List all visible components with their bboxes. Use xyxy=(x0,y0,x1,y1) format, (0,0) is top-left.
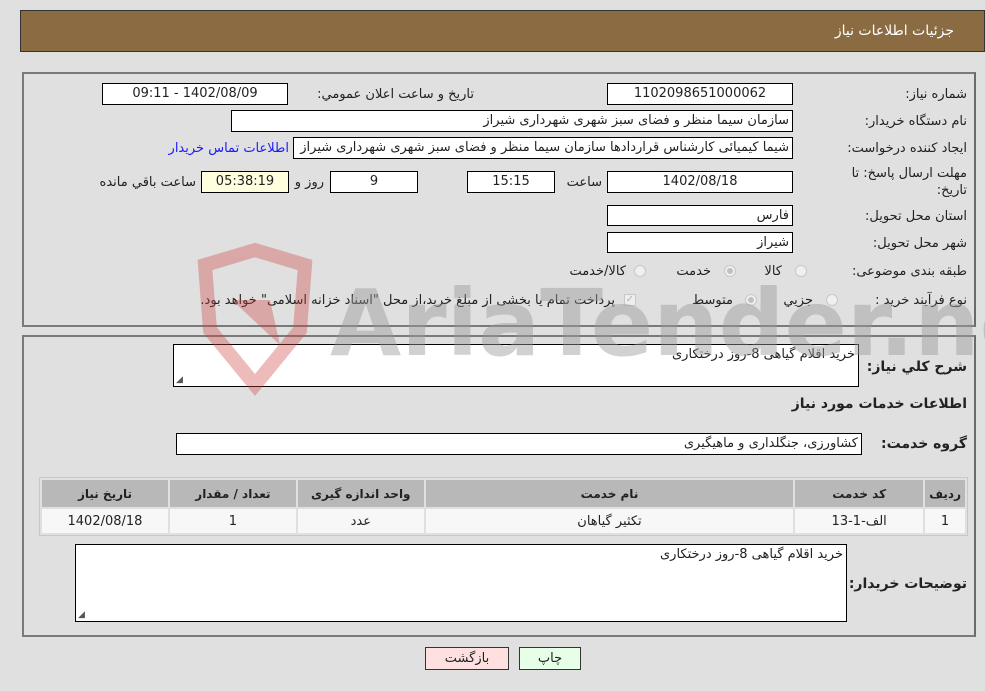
back-button[interactable]: بازگشت xyxy=(425,647,509,670)
services-heading: اطلاعات خدمات مورد نياز xyxy=(791,396,967,412)
services-table: رديف كد خدمت نام خدمت واحد اندازه گيری ت… xyxy=(39,477,968,536)
service-group-field[interactable]: کشاورزی، جنگلداری و ماهیگیری xyxy=(176,433,862,455)
deadline-time-field[interactable]: 15:15 xyxy=(467,171,555,193)
announce-datetime-label: تاریخ و ساعت اعلان عمومي: xyxy=(317,87,474,102)
purchase-option-minor: جزيي xyxy=(783,293,813,308)
deadline-time-label: ساعت xyxy=(566,175,602,190)
cell-unit: عدد xyxy=(297,509,424,533)
treasury-checkbox-label: پرداخت تمام یا بخشی از مبلغ خرید،از محل … xyxy=(200,293,615,308)
col-service-name: نام خدمت xyxy=(425,480,794,507)
general-desc-label: شرح كلي نياز: xyxy=(866,359,967,375)
buyer-contact-link[interactable]: اطلاعات تماس خريدار xyxy=(169,141,289,156)
service-group-label: گروه خدمت: xyxy=(881,436,967,452)
treasury-checkbox[interactable]: ✓ xyxy=(624,294,636,306)
requester-field[interactable]: شیما کیمیائی کارشناس قراردادها سازمان سی… xyxy=(293,137,793,159)
purchase-radio-minor[interactable] xyxy=(826,294,838,306)
category-radio-goods[interactable] xyxy=(795,265,807,277)
category-label: طبقه بندی موضوعی: xyxy=(851,264,967,279)
buyer-org-label: نام دستگاه خريدار: xyxy=(864,114,967,129)
category-option-service: خدمت xyxy=(676,264,711,279)
print-button[interactable]: چاپ xyxy=(519,647,581,670)
category-option-goods: كالا xyxy=(764,264,782,279)
col-need-date: تاريخ نياز xyxy=(42,480,168,507)
province-label: استان محل تحويل: xyxy=(865,209,967,224)
city-field[interactable]: شیراز xyxy=(607,232,793,253)
buyer-org-field[interactable]: سازمان سیما منظر و فضای سبز شهری شهرداری… xyxy=(231,110,793,132)
cell-service-code: الف-1-13 xyxy=(795,509,924,533)
page-title: جزئیات اطلاعات نیاز xyxy=(834,23,954,39)
city-label: شهر محل تحويل: xyxy=(872,236,967,251)
resize-grip-icon[interactable]: ◢ xyxy=(176,375,183,385)
requester-label: ايجاد كننده درخواست: xyxy=(847,141,967,156)
time-remaining-label: ساعت باقي مانده xyxy=(99,175,196,190)
general-desc-text: خرید اقلام گیاهی 8-روز درختکاری xyxy=(671,347,855,362)
col-service-code: كد خدمت xyxy=(795,480,924,507)
col-row-number: رديف xyxy=(925,480,965,507)
cell-quantity: 1 xyxy=(169,509,296,533)
table-row: 1 الف-1-13 تکثیر گیاهان عدد 1 1402/08/18 xyxy=(42,509,965,533)
cell-service-name: تکثیر گیاهان xyxy=(425,509,794,533)
need-number-label: شماره نیاز: xyxy=(905,87,967,102)
category-radio-goods-service[interactable] xyxy=(634,265,646,277)
buyer-notes-textarea[interactable]: خرید اقلام گیاهی 8-روز درختکاری ◢ xyxy=(75,544,847,622)
purchase-type-label: نوع فرآيند خريد : xyxy=(875,293,967,308)
general-desc-textarea[interactable]: خرید اقلام گیاهی 8-روز درختکاری ◢ xyxy=(173,344,859,387)
deadline-date-field[interactable]: 1402/08/18 xyxy=(607,171,793,193)
announce-datetime-field[interactable]: 1402/08/09 - 09:11 xyxy=(102,83,288,105)
time-remaining-field: 05:38:19 xyxy=(201,171,289,193)
cell-need-date: 1402/08/18 xyxy=(42,509,168,533)
buyer-notes-text: خرید اقلام گیاهی 8-روز درختکاری xyxy=(659,547,843,562)
buyer-notes-label: توضيحات خريدار: xyxy=(848,576,967,592)
col-quantity: تعداد / مقدار xyxy=(169,480,296,507)
days-remaining-field[interactable]: 9 xyxy=(330,171,418,193)
days-label: روز و xyxy=(294,175,324,190)
purchase-option-medium: متوسط xyxy=(692,293,733,308)
table-header-row: رديف كد خدمت نام خدمت واحد اندازه گيری ت… xyxy=(42,480,965,507)
province-field[interactable]: فارس xyxy=(607,205,793,226)
col-unit: واحد اندازه گيری xyxy=(297,480,424,507)
category-radio-service[interactable] xyxy=(724,265,736,277)
need-number-field[interactable]: 1102098651000062 xyxy=(607,83,793,105)
cell-row-number: 1 xyxy=(925,509,965,533)
purchase-radio-medium[interactable] xyxy=(745,294,757,306)
deadline-label-line2: تاريخ: xyxy=(936,183,967,198)
resize-grip-icon[interactable]: ◢ xyxy=(78,610,85,620)
page-header: جزئیات اطلاعات نیاز xyxy=(20,10,985,52)
category-option-goods-service: كالا/خدمت xyxy=(569,264,626,279)
deadline-label-line1: مهلت ارسال پاسخ: تا xyxy=(851,166,967,181)
